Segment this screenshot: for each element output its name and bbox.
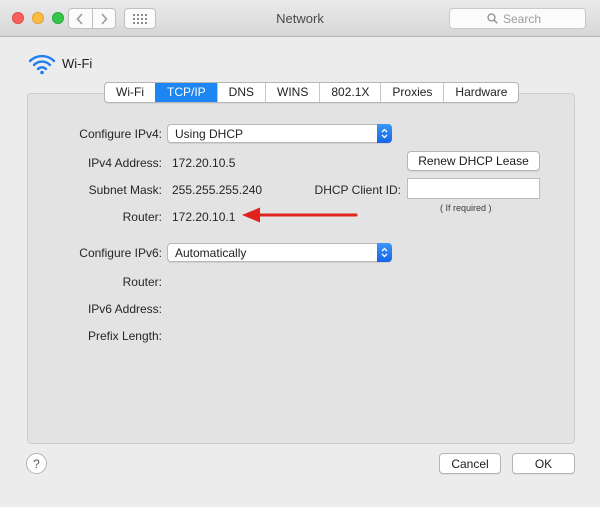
ipv6-address-label: IPv6 Address: [87,302,162,316]
ipv6-router-label: Router: [122,275,162,289]
ipv4-router-value: 172.20.10.1 [172,210,236,224]
ipv4-router-label: Router: [122,210,162,224]
grid-icon [133,13,147,24]
popup-arrows-icon [377,243,392,262]
configure-ipv6-label: Configure IPv6: [79,246,162,260]
tab-tcpip[interactable]: TCP/IP [154,83,217,102]
configure-ipv4-label: Configure IPv4: [79,127,162,141]
search-icon [487,13,498,24]
tab-proxies[interactable]: Proxies [380,83,443,102]
close-window-button[interactable] [12,12,24,24]
chevron-left-icon [76,12,83,25]
configure-ipv4-popup[interactable]: Using DHCP [167,124,392,143]
ok-button[interactable]: OK [512,453,575,474]
tab-wins[interactable]: WINS [265,83,319,102]
wifi-icon [28,54,56,75]
search-field[interactable]: Search [449,8,586,29]
tab-dns[interactable]: DNS [216,83,265,102]
subnet-mask-label: Subnet Mask: [88,183,162,197]
minimize-window-button[interactable] [32,12,44,24]
show-all-button[interactable] [124,8,156,29]
cancel-button[interactable]: Cancel [439,453,501,474]
popup-arrows-icon [377,124,392,143]
search-placeholder: Search [503,12,542,26]
window-title: Network [276,11,324,26]
zoom-window-button[interactable] [52,12,64,24]
dhcp-client-id-label: DHCP Client ID: [314,183,401,197]
help-button[interactable]: ? [26,453,47,474]
prefix-length-label: Prefix Length: [87,329,162,343]
configure-ipv6-value: Automatically [175,246,247,260]
dhcp-client-id-hint: ( If required ) [440,203,492,213]
tab-bar: Wi-Fi TCP/IP DNS WINS 802.1X Proxies Har… [104,82,520,103]
service-name: Wi-Fi [62,56,93,71]
back-button[interactable] [69,9,92,28]
ipv4-address-label: IPv4 Address: [87,156,162,170]
forward-button[interactable] [91,9,116,28]
renew-dhcp-lease-button[interactable]: Renew DHCP Lease [407,151,540,171]
subnet-mask-value: 255.255.255.240 [172,183,263,197]
tab-8021x[interactable]: 802.1X [319,83,380,102]
ipv4-address-value: 172.20.10.5 [172,156,236,170]
red-arrow-annotation [242,207,358,223]
settings-panel [27,93,575,444]
chevron-right-icon [101,12,108,25]
tab-hardware[interactable]: Hardware [443,83,518,102]
tab-wifi[interactable]: Wi-Fi [105,83,155,102]
title-bar: Network Search [0,0,600,37]
configure-ipv4-value: Using DHCP [175,127,244,141]
back-forward-group [68,8,116,29]
configure-ipv6-popup[interactable]: Automatically [167,243,392,262]
dhcp-client-id-field[interactable] [407,178,540,199]
